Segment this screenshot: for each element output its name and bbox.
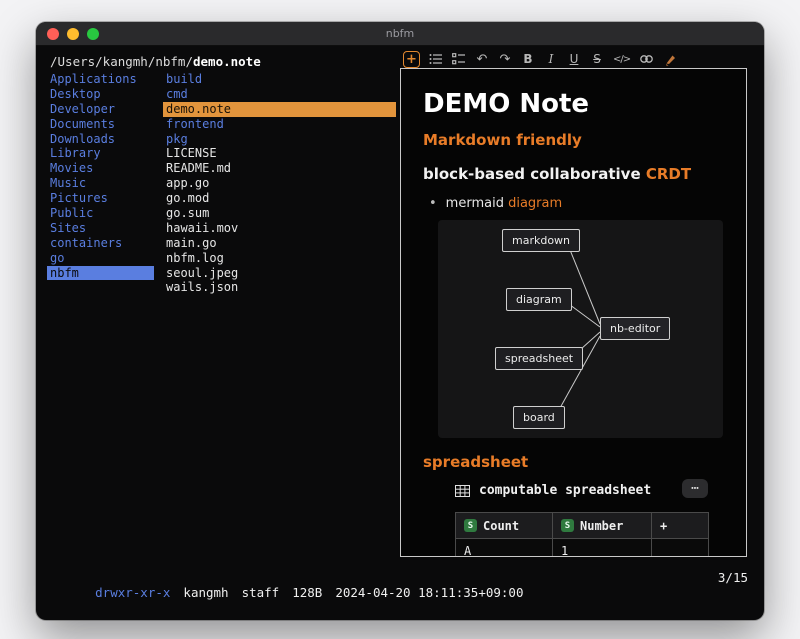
- column-header-number-label: Number: [580, 519, 623, 533]
- sidebar-item-documents[interactable]: Documents: [47, 117, 154, 132]
- title-bar: nbfm: [36, 22, 764, 46]
- file-item-seoul-jpeg[interactable]: seoul.jpeg: [163, 266, 396, 281]
- checklist-icon[interactable]: [452, 50, 466, 68]
- diagram-node-spreadsheet: spreadsheet: [495, 347, 583, 370]
- sidebar-item-containers[interactable]: containers: [47, 236, 154, 251]
- file-item-go-sum[interactable]: go.sum: [163, 206, 396, 221]
- path-current-file: demo.note: [193, 54, 261, 69]
- diagram-edges: [438, 220, 723, 438]
- file-item-go-mod[interactable]: go.mod: [163, 191, 396, 206]
- close-button[interactable]: [47, 28, 59, 40]
- window-title: nbfm: [386, 27, 415, 40]
- sidebar-item-movies[interactable]: Movies: [47, 161, 154, 176]
- sum-badge: S: [464, 519, 477, 532]
- underline-button[interactable]: U: [567, 50, 581, 68]
- column-header-count[interactable]: S Count: [456, 513, 553, 539]
- file-item-demo-note-selected[interactable]: demo.note: [163, 102, 396, 117]
- sidebar-item-library[interactable]: Library: [47, 146, 154, 161]
- note-heading-crdt: block-based collaborative CRDT: [423, 165, 691, 183]
- spreadsheet-heading: spreadsheet: [423, 453, 528, 471]
- column-header-count-label: Count: [483, 519, 519, 533]
- file-item-license[interactable]: LICENSE: [163, 146, 396, 161]
- diagram-node-diagram: diagram: [506, 288, 572, 311]
- sidebar-item-developer[interactable]: Developer: [47, 102, 154, 117]
- sidebar-item-music[interactable]: Music: [47, 176, 154, 191]
- directory-list: Applications Desktop Developer Documents…: [47, 72, 154, 280]
- cell-a1[interactable]: A: [456, 539, 553, 558]
- code-button[interactable]: </>: [613, 50, 630, 68]
- bullet-text: mermaid diagram: [446, 196, 562, 211]
- file-item-app-go[interactable]: app.go: [163, 176, 396, 191]
- file-item-wails-json[interactable]: wails.json: [163, 280, 396, 295]
- zoom-button[interactable]: [87, 28, 99, 40]
- editor-toolbar: + ↶ ↷ B I U S </>: [403, 49, 677, 69]
- owner: kangmh: [183, 585, 228, 600]
- add-block-button[interactable]: +: [403, 51, 420, 68]
- heading-text: block-based collaborative: [423, 165, 646, 183]
- redo-button[interactable]: ↷: [498, 50, 512, 68]
- file-info: drwxr-xr-x kangmh staff 128B 2024-04-20 18:1…: [50, 570, 536, 615]
- strikethrough-button[interactable]: S: [590, 50, 604, 68]
- bullet-marker: •: [429, 196, 437, 211]
- file-list: build cmd demo.note frontend pkg LICENSE…: [163, 72, 396, 295]
- cell-c1: [652, 539, 709, 558]
- file-item-frontend[interactable]: frontend: [163, 117, 396, 132]
- note-title: DEMO Note: [423, 89, 589, 119]
- table-header-row: S Count S Number +: [456, 513, 709, 539]
- file-item-main-go[interactable]: main.go: [163, 236, 396, 251]
- mermaid-diagram: markdown diagram spreadsheet board nb-ed…: [438, 220, 723, 438]
- file-size: 128B: [292, 585, 322, 600]
- sidebar-item-go[interactable]: go: [47, 251, 154, 266]
- file-item-readme[interactable]: README.md: [163, 161, 396, 176]
- file-item-hawaii-mov[interactable]: hawaii.mov: [163, 221, 396, 236]
- diagram-node-nb-editor: nb-editor: [600, 317, 670, 340]
- sidebar-item-downloads[interactable]: Downloads: [47, 132, 154, 147]
- file-item-pkg[interactable]: pkg: [163, 132, 396, 147]
- minimize-button[interactable]: [67, 28, 79, 40]
- table-grid-icon: [455, 485, 470, 497]
- plus-icon: +: [406, 52, 417, 67]
- spreadsheet-widget-label: computable spreadsheet: [479, 483, 651, 498]
- spreadsheet-table: S Count S Number + A 1: [455, 512, 709, 557]
- bullet-list-icon[interactable]: [429, 50, 443, 68]
- breadcrumb: /Users/kangmh/nbfm/demo.note: [50, 54, 261, 69]
- diagram-node-board: board: [513, 406, 565, 429]
- column-header-number[interactable]: S Number: [553, 513, 652, 539]
- note-preview-pane: DEMO Note Markdown friendly block-based …: [400, 68, 747, 557]
- sum-badge-2: S: [561, 519, 574, 532]
- path-prefix: /Users/kangmh/nbfm/: [50, 54, 193, 69]
- italic-button[interactable]: I: [544, 50, 558, 68]
- more-options-button[interactable]: ⋯: [682, 479, 708, 498]
- spreadsheet-widget-header: computable spreadsheet: [455, 483, 651, 498]
- bullet-item: • mermaid diagram: [429, 196, 562, 211]
- highlighter-icon[interactable]: [663, 50, 677, 68]
- nbfm-window: nbfm /Users/kangmh/nbfm/demo.note Applic…: [36, 22, 764, 620]
- group: staff: [242, 585, 280, 600]
- file-item-cmd[interactable]: cmd: [163, 87, 396, 102]
- link-icon[interactable]: [639, 50, 654, 68]
- file-item-build[interactable]: build: [163, 72, 396, 87]
- bullet-text-plain: mermaid: [446, 196, 508, 211]
- status-bar: drwxr-xr-x kangmh staff 128B 2024-04-20 18:1…: [50, 570, 748, 615]
- table-row: A 1: [456, 539, 709, 558]
- note-heading-markdown: Markdown friendly: [423, 131, 582, 149]
- modified-date: 2024-04-20 18:11:35+09:00: [335, 585, 523, 600]
- heading-accent: CRDT: [646, 165, 691, 183]
- permissions: drwxr-xr-x: [95, 585, 170, 600]
- bold-button[interactable]: B: [521, 50, 535, 68]
- sidebar-item-nbfm-selected[interactable]: nbfm: [47, 266, 154, 281]
- undo-button[interactable]: ↶: [475, 50, 489, 68]
- sidebar-item-sites[interactable]: Sites: [47, 221, 154, 236]
- sidebar-item-applications[interactable]: Applications: [47, 72, 154, 87]
- sidebar-item-public[interactable]: Public: [47, 206, 154, 221]
- sidebar-item-pictures[interactable]: Pictures: [47, 191, 154, 206]
- bullet-text-accent: diagram: [508, 196, 562, 211]
- traffic-lights: [47, 28, 99, 40]
- cursor-position: 3/15: [718, 570, 748, 615]
- sidebar-item-desktop[interactable]: Desktop: [47, 87, 154, 102]
- diagram-node-markdown: markdown: [502, 229, 580, 252]
- add-column-button[interactable]: +: [652, 513, 709, 539]
- cell-b1[interactable]: 1: [553, 539, 652, 558]
- file-item-nbfm-log[interactable]: nbfm.log: [163, 251, 396, 266]
